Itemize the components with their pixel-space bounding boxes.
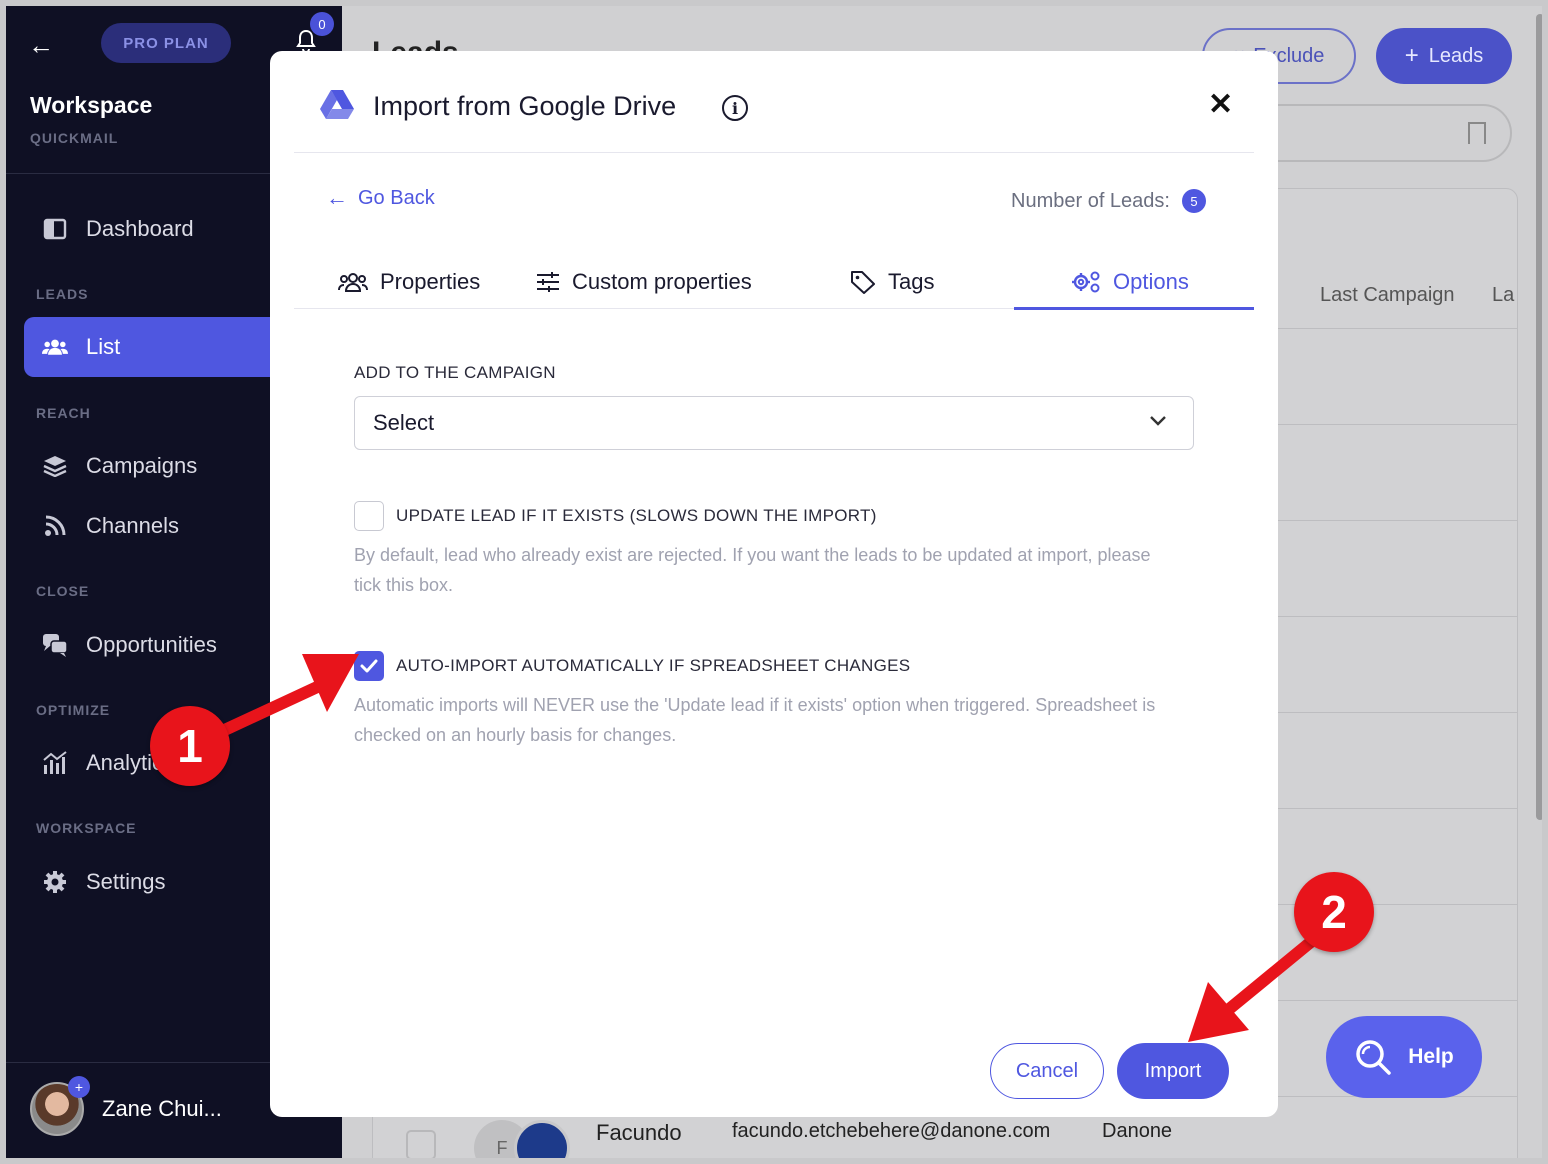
chevron-down-icon: [1150, 416, 1166, 426]
info-icon[interactable]: i: [722, 95, 748, 121]
sidebar-item-label: Opportunities: [86, 632, 217, 657]
column-header-last-campaign[interactable]: Last Campaign: [1320, 284, 1455, 307]
chat-bubbles-icon: [42, 632, 68, 658]
tab-label: Custom properties: [572, 269, 752, 294]
gear-icon: [42, 869, 68, 895]
number-of-leads: Number of Leads: 5: [1011, 189, 1206, 213]
arrow-left-icon: ←: [326, 185, 348, 210]
sidebar-item-label: Settings: [86, 869, 166, 894]
page-scrollbar[interactable]: [1536, 14, 1542, 820]
pro-plan-badge[interactable]: PRO PLAN: [101, 23, 231, 63]
section-optimize: OPTIMIZE: [36, 702, 111, 718]
sliders-icon: [536, 271, 560, 293]
modal-header-divider: [294, 152, 1254, 153]
add-leads-button[interactable]: + Leads: [1376, 28, 1512, 84]
back-arrow-icon[interactable]: ←: [28, 30, 54, 61]
google-drive-icon: [320, 90, 354, 119]
lead-company: Danone: [1102, 1120, 1173, 1142]
sidebar-item-label: Dashboard: [86, 216, 194, 241]
analytics-chart-icon: [42, 750, 68, 776]
section-reach: REACH: [36, 405, 91, 421]
campaign-field-label: ADD TO THE CAMPAIGN: [354, 363, 556, 382]
help-label: Help: [1408, 1045, 1454, 1068]
modal-title: Import from Google Drive: [373, 91, 677, 121]
add-leads-label: Leads: [1428, 44, 1484, 67]
cancel-button[interactable]: Cancel: [990, 1043, 1104, 1099]
close-icon[interactable]: ✕: [1208, 87, 1233, 122]
active-tab-indicator: [1014, 307, 1254, 310]
lead-first-name[interactable]: Facundo: [596, 1120, 682, 1146]
step-2-callout: 2: [1294, 872, 1374, 952]
go-back-link[interactable]: ← Go Back: [326, 185, 435, 211]
go-back-label: Go Back: [358, 186, 435, 209]
notification-count-badge: 0: [310, 12, 334, 36]
section-close: CLOSE: [36, 583, 90, 599]
gears-icon: [1071, 270, 1101, 294]
auto-import-help-text: Automatic imports will NEVER use the 'Up…: [354, 695, 1156, 745]
step-1-callout: 1: [150, 706, 230, 786]
help-button[interactable]: Help: [1326, 1016, 1482, 1098]
user-profile[interactable]: + Zane Chui...: [30, 1076, 222, 1136]
number-of-leads-badge: 5: [1181, 189, 1206, 213]
auto-import-checkbox[interactable]: [354, 651, 384, 681]
tab-options[interactable]: Options: [1071, 259, 1189, 305]
campaign-select[interactable]: Select: [354, 396, 1194, 450]
add-account-icon[interactable]: +: [68, 1076, 90, 1098]
users-icon: [338, 271, 368, 293]
sidebar-item-label: List: [86, 334, 121, 359]
sidebar-item-label: Channels: [86, 513, 179, 538]
update-lead-label[interactable]: UPDATE LEAD IF IT EXISTS (SLOWS DOWN THE…: [396, 506, 877, 526]
update-lead-checkbox[interactable]: [354, 501, 384, 531]
tag-icon: [850, 270, 876, 294]
number-of-leads-label: Number of Leads:: [1011, 189, 1170, 212]
import-button[interactable]: Import: [1117, 1043, 1229, 1099]
rss-icon: [42, 513, 68, 539]
layers-icon: [42, 453, 68, 479]
users-icon: [42, 334, 68, 360]
tab-label: Tags: [888, 269, 935, 294]
lead-email: facundo.etchebehere@danone.com: [732, 1120, 1051, 1142]
plus-icon: +: [1404, 42, 1419, 69]
workspace-title[interactable]: Workspace: [30, 92, 152, 119]
section-workspace: WORKSPACE: [36, 820, 137, 836]
tab-label: Options: [1113, 269, 1189, 294]
column-header-partial[interactable]: La: [1492, 284, 1514, 307]
tab-custom-properties[interactable]: Custom properties: [536, 259, 752, 305]
import-modal: Import from Google Drive i ✕ ← Go Back N…: [270, 51, 1278, 1117]
tab-properties[interactable]: Properties: [338, 259, 480, 305]
search-icon: [1354, 1038, 1392, 1076]
tab-tags[interactable]: Tags: [850, 259, 934, 305]
workspace-subtitle: QUICKMAIL: [30, 130, 119, 146]
row-checkbox[interactable]: [406, 1130, 436, 1158]
auto-import-label[interactable]: AUTO-IMPORT AUTOMATICALLY IF SPREADSHEET…: [396, 656, 910, 676]
user-name: Zane Chui...: [102, 1096, 222, 1121]
screenshot-frame: ← PRO PLAN 0 Workspace QUICKMAIL Dashboa…: [0, 0, 1548, 1164]
dashboard-icon: [42, 216, 68, 242]
bookmark-icon[interactable]: [1468, 122, 1486, 144]
campaign-select-value: Select: [373, 410, 435, 435]
sidebar-item-label: Campaigns: [86, 453, 198, 478]
section-leads: LEADS: [36, 286, 89, 302]
update-lead-help-text: By default, lead who already exist are r…: [354, 545, 1151, 595]
checkmark-icon: [360, 659, 378, 673]
tab-label: Properties: [380, 269, 481, 294]
